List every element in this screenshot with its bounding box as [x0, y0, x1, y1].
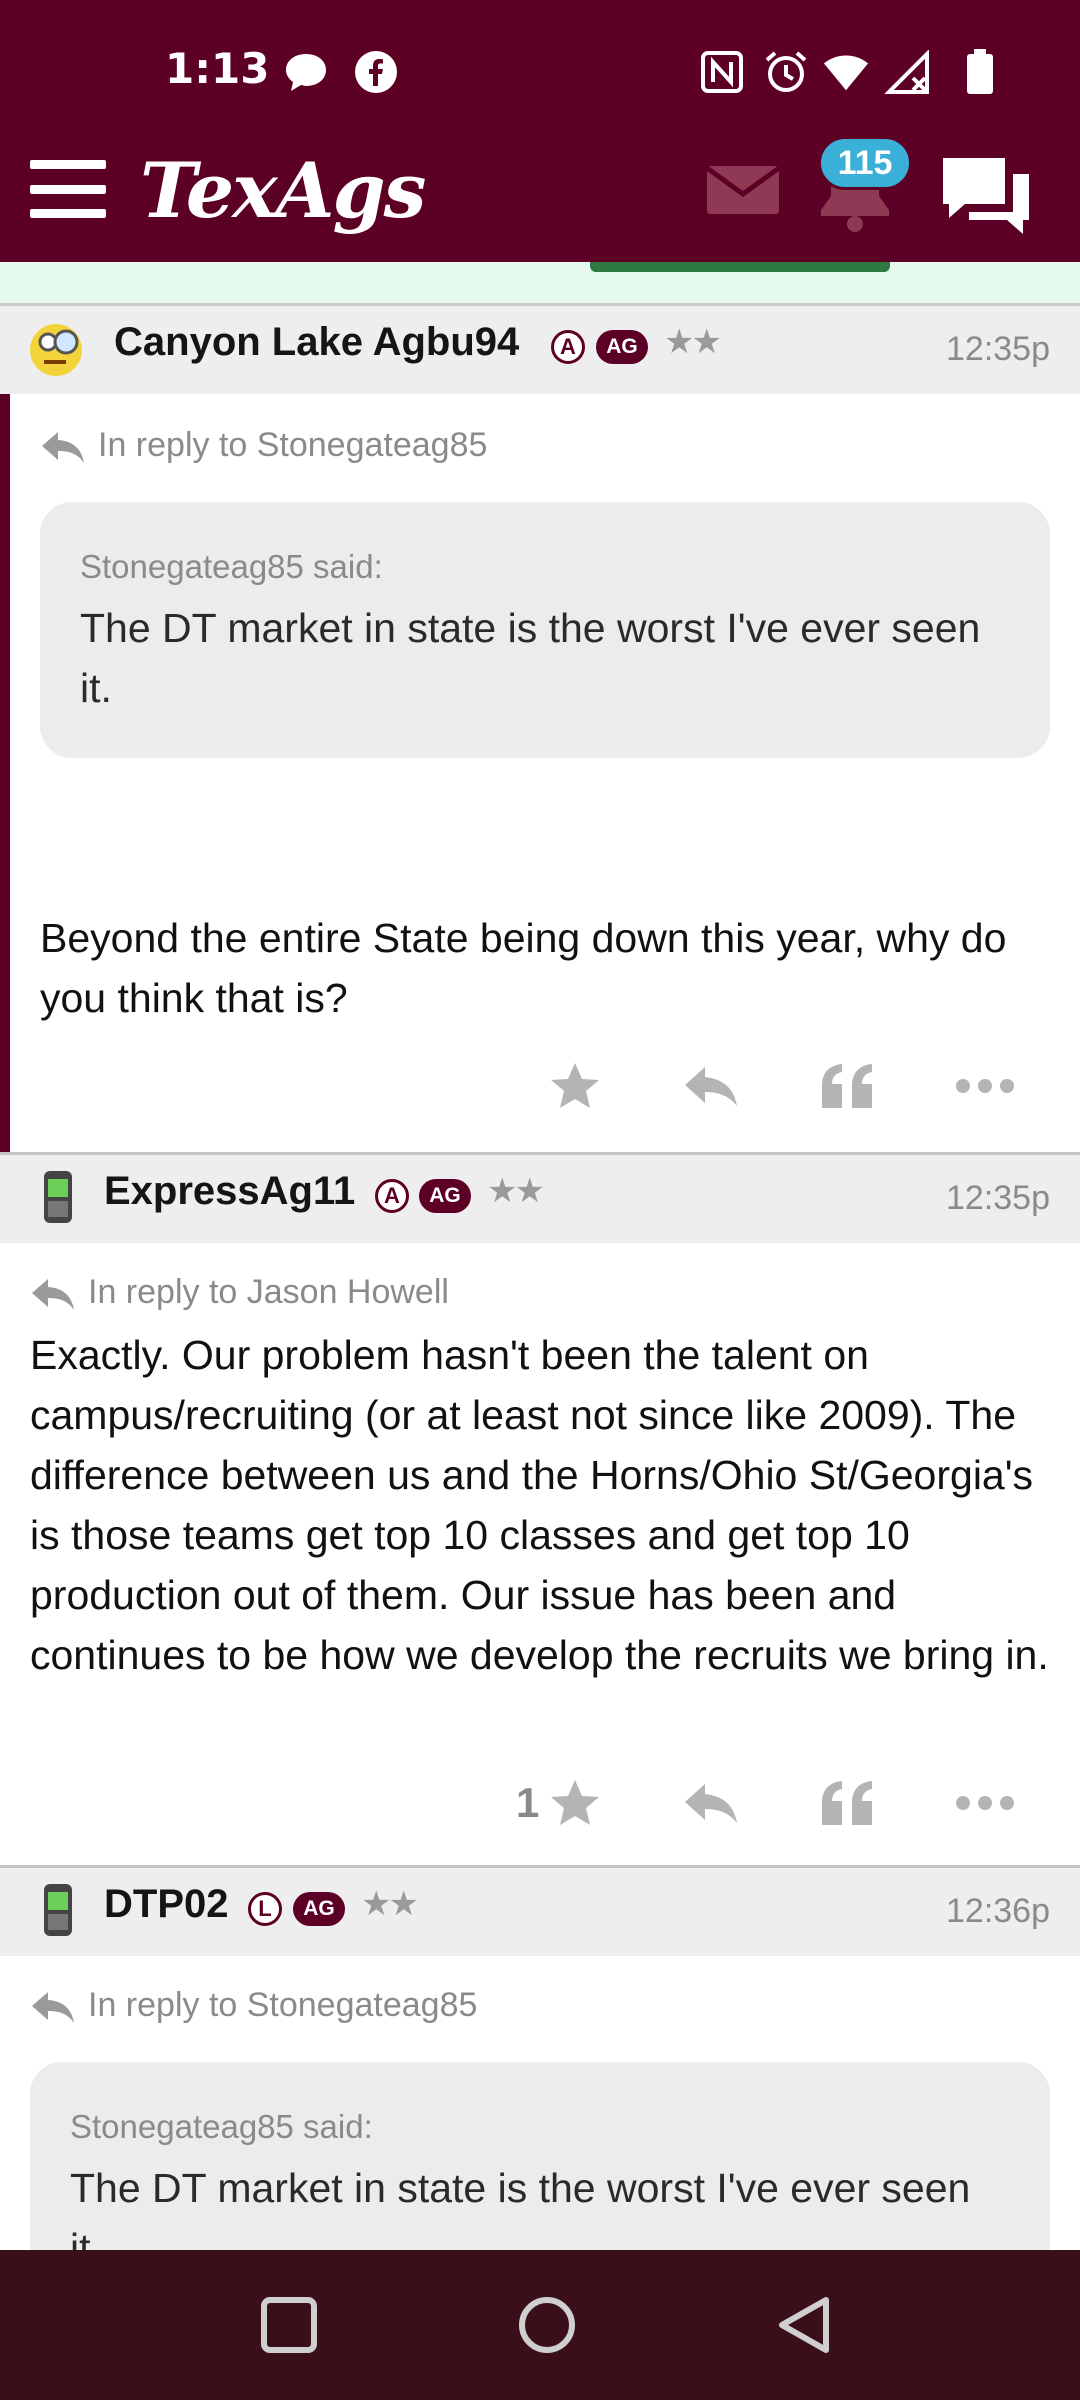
notification-count-badge[interactable]: 115: [818, 136, 912, 190]
quote-block: Stonegateag85 said: The DT market in sta…: [30, 2062, 1050, 2250]
quote-author[interactable]: Stonegateag85 said:: [80, 548, 383, 586]
reply-icon[interactable]: [676, 1056, 746, 1116]
post-header: Canyon Lake Agbu94 A AG ★★ 12:35p: [0, 306, 1080, 394]
reply-arrow-icon: [32, 1992, 74, 2023]
reply-arrow-icon: [42, 432, 84, 463]
avatar[interactable]: [26, 1165, 90, 1229]
reply-to-link[interactable]: In reply to Stonegateag85: [32, 1986, 478, 2025]
username[interactable]: ExpressAg11: [104, 1169, 355, 1214]
status-bar: 1:13: [0, 0, 1080, 140]
site-logo[interactable]: TexAgs: [140, 146, 426, 235]
quote-author[interactable]: Stonegateag85 said:: [70, 2108, 373, 2146]
member-status-badge: A: [551, 330, 585, 364]
mail-icon[interactable]: [705, 162, 781, 218]
like-star-icon[interactable]: [540, 1773, 610, 1833]
username[interactable]: Canyon Lake Agbu94: [114, 320, 519, 365]
ag-badge: AG: [419, 1179, 471, 1213]
menu-icon[interactable]: [30, 160, 106, 218]
home-button[interactable]: [516, 2294, 578, 2356]
quote-text: The DT market in state is the worst I've…: [70, 2165, 971, 2250]
ag-badge: AG: [293, 1892, 345, 1926]
facebook-icon: [352, 48, 400, 96]
member-status-badge: L: [248, 1892, 282, 1926]
system-navigation-bar: [0, 2250, 1080, 2400]
active-tab-indicator: [590, 262, 890, 272]
like-count: 1: [516, 1779, 540, 1826]
post-time: 12:35p: [946, 1179, 1050, 1217]
quote-block: Stonegateag85 said: The DT market in sta…: [40, 502, 1050, 758]
recents-button[interactable]: [258, 2294, 320, 2356]
reply-to-text: In reply to Stonegateag85: [98, 426, 488, 464]
thread-toolbar-strip: [0, 262, 1080, 306]
post-header: DTP02 L AG ★★ 12:36p: [0, 1868, 1080, 1956]
post-body: Beyond the entire State being down this …: [40, 915, 1007, 1021]
reply-to-text: In reply to Stonegateag85: [88, 1986, 478, 2024]
rating-stars: ★★: [487, 1172, 545, 1210]
chat-bubble-icon: [282, 48, 330, 96]
rating-stars: ★★: [664, 323, 722, 361]
post-body: Exactly. Our problem hasn't been the tal…: [30, 1332, 1049, 1678]
reply-arrow-icon: [32, 1279, 74, 1310]
nfc-icon: [698, 48, 746, 96]
post-canyon-lake-agbu94: Canyon Lake Agbu94 A AG ★★ 12:35p In rep…: [0, 306, 1080, 1154]
reply-icon[interactable]: [676, 1773, 746, 1833]
post-time: 12:35p: [946, 330, 1050, 368]
avatar[interactable]: [26, 1878, 90, 1942]
signal-icon: [884, 48, 932, 96]
app-header: 1:13 TexAgs 115: [0, 0, 1080, 262]
ag-badge: AG: [596, 330, 648, 364]
alarm-icon: [762, 48, 810, 96]
rating-stars: ★★: [361, 1885, 419, 1923]
member-status-badge: A: [375, 1179, 409, 1213]
status-time: 1:13: [165, 44, 270, 93]
more-options-icon[interactable]: [950, 1773, 1020, 1833]
back-button[interactable]: [774, 2294, 836, 2356]
battery-icon: [956, 48, 1004, 96]
quote-text: The DT market in state is the worst I've…: [80, 605, 981, 711]
reply-to-text: In reply to Jason Howell: [88, 1273, 449, 1311]
username[interactable]: DTP02: [104, 1882, 229, 1927]
unread-indicator: [0, 306, 10, 1154]
post-expressag11: ExpressAg11 A AG ★★ 12:35p In reply to J…: [0, 1155, 1080, 1867]
quote-icon[interactable]: [812, 1773, 882, 1833]
post-header: ExpressAg11 A AG ★★ 12:35p: [0, 1155, 1080, 1243]
more-options-icon[interactable]: [950, 1056, 1020, 1116]
post-actions: [540, 1056, 1040, 1116]
reply-to-link[interactable]: In reply to Jason Howell: [32, 1273, 449, 1312]
post-actions: 1: [510, 1773, 1040, 1833]
reply-to-link[interactable]: In reply to Stonegateag85: [42, 426, 488, 465]
chat-icon[interactable]: [935, 150, 1035, 242]
quote-icon[interactable]: [812, 1056, 882, 1116]
like-star-icon[interactable]: [540, 1056, 610, 1116]
wifi-icon: [822, 48, 870, 96]
post-time: 12:36p: [946, 1892, 1050, 1930]
nav-bar: TexAgs 115: [0, 136, 1080, 262]
post-dtp02: DTP02 L AG ★★ 12:36p In reply to Stonega…: [0, 1868, 1080, 2250]
avatar[interactable]: [26, 316, 90, 380]
